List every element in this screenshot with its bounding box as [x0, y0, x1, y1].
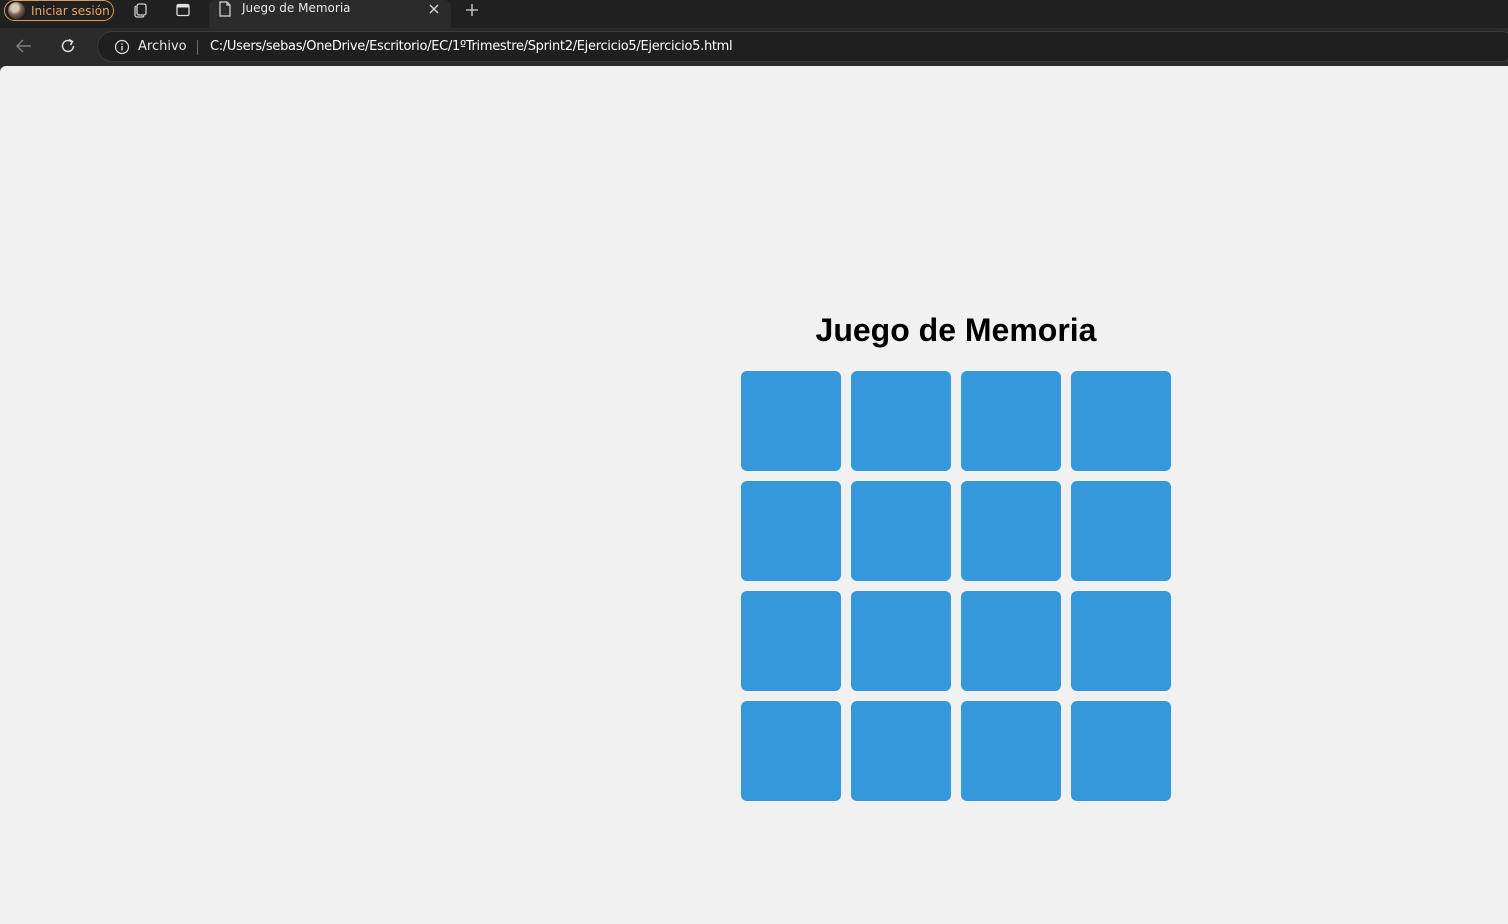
address-bar[interactable]: Archivo C:/Users/sebas/OneDrive/Escritor… [97, 31, 1508, 62]
memory-card[interactable] [961, 371, 1061, 471]
memory-card[interactable] [851, 481, 951, 581]
memory-card[interactable] [851, 371, 951, 471]
back-arrow-icon [15, 39, 31, 53]
url-text[interactable]: C:/Users/sebas/OneDrive/Escritorio/EC/1º… [210, 39, 733, 54]
browser-toolbar: Archivo C:/Users/sebas/OneDrive/Escritor… [0, 28, 1508, 66]
memory-card[interactable] [1071, 371, 1171, 471]
memory-card[interactable] [851, 591, 951, 691]
memory-card[interactable] [741, 481, 841, 581]
back-button[interactable] [10, 34, 38, 58]
reload-button[interactable] [54, 34, 82, 58]
memory-card[interactable] [1071, 481, 1171, 581]
memory-card[interactable] [961, 591, 1061, 691]
tab-actions-icon[interactable] [168, 0, 198, 20]
profile-button[interactable]: Iniciar sesión [4, 0, 114, 21]
page-icon [218, 1, 232, 22]
profile-label: Iniciar sesión [31, 3, 110, 18]
divider [197, 40, 198, 55]
tab-juego-de-memoria[interactable]: Juego de Memoria [209, 0, 451, 28]
memory-card[interactable] [961, 481, 1061, 581]
memory-card[interactable] [741, 701, 841, 801]
scheme-label[interactable]: Archivo [138, 39, 187, 54]
close-icon[interactable] [425, 0, 443, 18]
memory-card[interactable] [741, 591, 841, 691]
memory-card[interactable] [1071, 701, 1171, 801]
game-board [741, 371, 1171, 801]
info-icon[interactable] [114, 39, 130, 60]
memory-card[interactable] [1071, 591, 1171, 691]
workspaces-icon[interactable] [126, 0, 156, 20]
tab-strip: Iniciar sesión Juego de Memoria [0, 0, 1508, 28]
new-tab-button[interactable] [460, 0, 484, 20]
memory-card[interactable] [851, 701, 951, 801]
memory-card[interactable] [961, 701, 1061, 801]
memory-card[interactable] [741, 371, 841, 471]
tab-title: Juego de Memoria [242, 1, 351, 15]
plus-icon [466, 4, 478, 16]
page-viewport: Juego de Memoria [0, 66, 1508, 924]
avatar [8, 2, 25, 19]
page-title: Juego de Memoria [815, 312, 1097, 348]
reload-icon [61, 38, 75, 53]
